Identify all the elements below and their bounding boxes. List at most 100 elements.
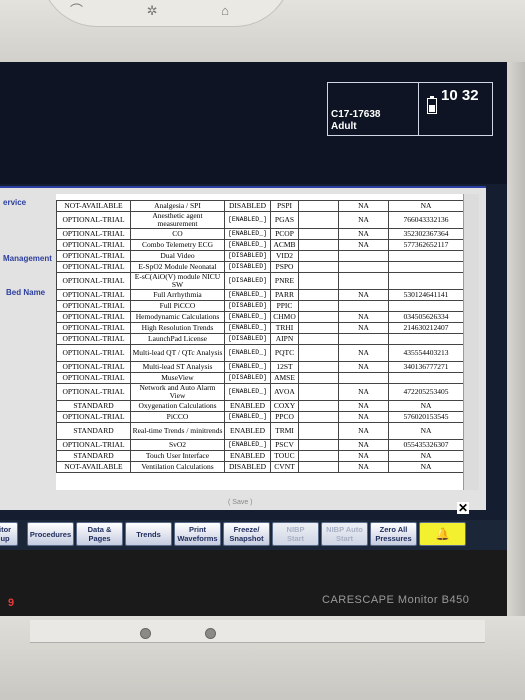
- key-cell: [388, 333, 463, 345]
- top-status-bar: C17-17638 Adult 10 32: [0, 62, 507, 184]
- state-cell: [ENABLED_]: [224, 411, 271, 423]
- table-row[interactable]: OPTIONAL-TRIAL PiCCO [ENABLED_] PPCO NA 57602…: [56, 411, 463, 423]
- nibp-start-button[interactable]: NIBP Start: [272, 522, 319, 546]
- trial-cell: NA: [338, 228, 389, 240]
- state-cell: [ENABLED_]: [224, 311, 271, 323]
- table-row[interactable]: OPTIONAL-TRIAL SvO2 [ENABLED_] PSCV NA 055435…: [56, 439, 463, 451]
- patient-info-box[interactable]: C17-17638 Adult: [327, 82, 419, 136]
- licenses-window: ervice Management Bed Name NOT-AVAILABLE…: [0, 186, 486, 514]
- key-cell: NA: [388, 422, 463, 440]
- name-cell: Ventilation Calculations: [130, 461, 225, 473]
- code-cell: ACMB: [270, 239, 299, 251]
- name-cell: Dual Video: [130, 250, 225, 262]
- trial-cell: NA: [338, 439, 389, 451]
- state-cell: ENABLED: [224, 450, 271, 462]
- code-cell: AIPN: [270, 333, 299, 345]
- state-cell: ENABLED: [224, 400, 271, 412]
- status-cell: STANDARD: [56, 400, 131, 412]
- table-row[interactable]: OPTIONAL-TRIAL Hemodynamic Calculations [E…: [56, 311, 463, 323]
- save-button[interactable]: ( Save ): [228, 499, 253, 506]
- side-item-management[interactable]: Management: [3, 254, 52, 263]
- print-waveforms-button[interactable]: Print Waveforms: [174, 522, 221, 546]
- table-row[interactable]: NOT-AVAILABLE Ventilation Calculations DIS…: [56, 461, 463, 473]
- key-cell: 577362652117: [388, 239, 463, 251]
- patient-category: Adult: [331, 121, 357, 132]
- status-cell: OPTIONAL-TRIAL: [56, 211, 131, 229]
- code-cell: PARR: [270, 289, 299, 301]
- state-cell: [ENABLED_]: [224, 383, 271, 401]
- table-row[interactable]: OPTIONAL-TRIAL High Resolution Trends [ENA…: [56, 322, 463, 334]
- data-pages-label: Data & Pages: [87, 525, 112, 543]
- monitor-base: [0, 616, 525, 700]
- table-scrollbar[interactable]: [463, 194, 479, 490]
- table-row[interactable]: OPTIONAL-TRIAL MuseView [DISABLED] AMSE: [56, 372, 463, 384]
- table-row[interactable]: OPTIONAL-TRIAL LaunchPad License [DISABLED…: [56, 333, 463, 345]
- key-cell: [388, 261, 463, 273]
- timestamp-cell: [298, 272, 339, 290]
- status-cell: OPTIONAL-TRIAL: [56, 383, 131, 401]
- name-cell: Full PiCCO: [130, 300, 225, 312]
- trial-cell: NA: [338, 361, 389, 373]
- table-row[interactable]: STANDARD Oxygenation Calculations ENABLED C…: [56, 400, 463, 412]
- table-row[interactable]: NOT-AVAILABLE Analgesia / SPI DISABLED PSPI…: [56, 200, 463, 212]
- table-row[interactable]: OPTIONAL-TRIAL Multi-lead QT / QTc Analys…: [56, 344, 463, 362]
- key-cell: 435554403213: [388, 344, 463, 362]
- status-cell: OPTIONAL-TRIAL: [56, 228, 131, 240]
- key-cell: [388, 250, 463, 262]
- monitor-setup-button[interactable]: itor up: [0, 522, 18, 546]
- trial-cell: NA: [338, 239, 389, 251]
- name-cell: Anesthetic agent measurement: [130, 211, 225, 229]
- alarm-bell-icon[interactable]: 🔔: [419, 522, 466, 546]
- state-cell: DISABLED: [224, 461, 271, 473]
- status-cell: OPTIONAL-TRIAL: [56, 300, 131, 312]
- code-cell: PSPI: [270, 200, 299, 212]
- side-menu: ervice Management Bed Name: [0, 188, 56, 508]
- trends-button[interactable]: Trends: [125, 522, 172, 546]
- license-table-grid: NOT-AVAILABLE Analgesia / SPI DISABLED PSPI…: [56, 200, 463, 473]
- table-row[interactable]: OPTIONAL-TRIAL Full Arrhythmia [ENABLED_] P…: [56, 289, 463, 301]
- screw-icon: [205, 628, 216, 639]
- trends-label: Trends: [136, 529, 161, 539]
- table-row[interactable]: STANDARD Real-time Trends / minitrends ENA…: [56, 422, 463, 440]
- trial-cell: [338, 372, 389, 384]
- name-cell: Full Arrhythmia: [130, 289, 225, 301]
- status-cell: OPTIONAL-TRIAL: [56, 322, 131, 334]
- side-item-bed-name[interactable]: Bed Name: [6, 288, 45, 297]
- table-row[interactable]: OPTIONAL-TRIAL Multi-lead ST Analysis [ENA…: [56, 361, 463, 373]
- monitor-setup-label: itor up: [0, 525, 12, 543]
- nibp-auto-start-button[interactable]: NIBP Auto Start: [321, 522, 368, 546]
- trial-cell: [338, 261, 389, 273]
- timestamp-cell: [298, 422, 339, 440]
- zero-all-pressures-button[interactable]: Zero All Pressures: [370, 522, 417, 546]
- status-cell: STANDARD: [56, 422, 131, 440]
- name-cell: LaunchPad License: [130, 333, 225, 345]
- table-row[interactable]: OPTIONAL-TRIAL CO [ENABLED_] PCOP NA 35230236…: [56, 228, 463, 240]
- trial-cell: NA: [338, 289, 389, 301]
- freeze-snapshot-button[interactable]: Freeze/ Snapshot: [223, 522, 270, 546]
- screw-icon: [140, 628, 151, 639]
- name-cell: E-SpO2 Module Neonatal: [130, 261, 225, 273]
- trial-cell: [338, 300, 389, 312]
- code-cell: PGAS: [270, 211, 299, 229]
- timestamp-cell: [298, 411, 339, 423]
- table-row[interactable]: OPTIONAL-TRIAL Dual Video [DISABLED] VID2: [56, 250, 463, 262]
- side-item-service[interactable]: ervice: [3, 198, 26, 207]
- code-cell: CVNT: [270, 461, 299, 473]
- table-row[interactable]: OPTIONAL-TRIAL Network and Auto Alarm Vie…: [56, 383, 463, 401]
- table-row[interactable]: OPTIONAL-TRIAL E-sC(AiO(V) module NICU SW…: [56, 272, 463, 290]
- trial-cell: [338, 250, 389, 262]
- close-icon[interactable]: ✕: [457, 502, 469, 514]
- data-pages-button[interactable]: Data & Pages: [76, 522, 123, 546]
- table-row[interactable]: OPTIONAL-TRIAL Anesthetic agent measureme…: [56, 211, 463, 229]
- main-menu-bar: itor up Procedures Data & Pages Trends P…: [0, 520, 507, 550]
- table-row[interactable]: OPTIONAL-TRIAL Full PiCCO [DISABLED] PPIC: [56, 300, 463, 312]
- name-cell: MuseView: [130, 372, 225, 384]
- table-row[interactable]: OPTIONAL-TRIAL E-SpO2 Module Neonatal [DIS…: [56, 261, 463, 273]
- trial-cell: NA: [338, 200, 389, 212]
- name-cell: High Resolution Trends: [130, 322, 225, 334]
- status-cell: OPTIONAL-TRIAL: [56, 344, 131, 362]
- state-cell: [DISABLED]: [224, 250, 271, 262]
- procedures-button[interactable]: Procedures: [27, 522, 74, 546]
- table-row[interactable]: STANDARD Touch User Interface ENABLED TOUC N…: [56, 450, 463, 462]
- table-row[interactable]: OPTIONAL-TRIAL Combo Telemetry ECG [ENABLE…: [56, 239, 463, 251]
